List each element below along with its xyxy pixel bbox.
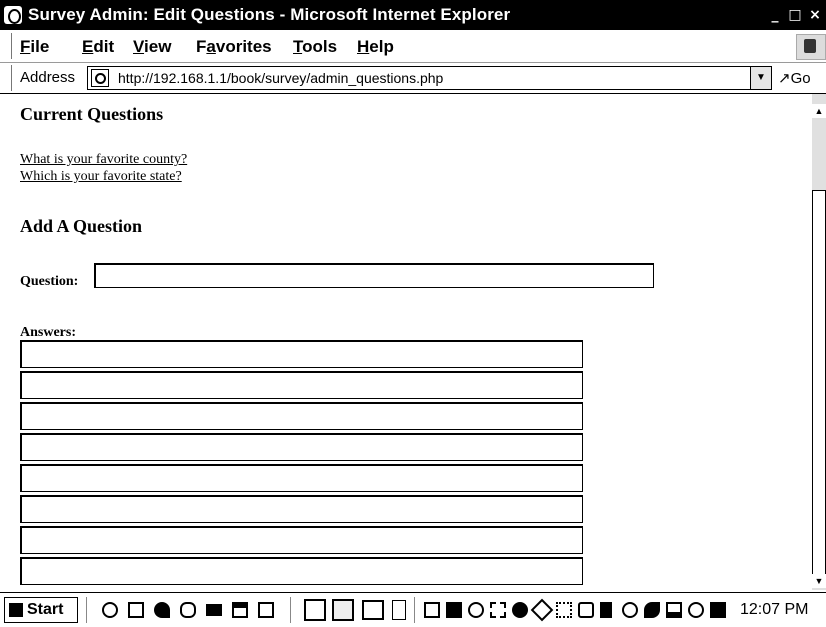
- tray-icon-8[interactable]: [578, 602, 594, 618]
- menu-favorites[interactable]: Favorites: [196, 37, 272, 57]
- task-button-app[interactable]: [304, 599, 326, 621]
- taskbar-separator: [414, 597, 418, 623]
- page-content: Current Questions What is your favorite …: [0, 94, 812, 590]
- answer-input[interactable]: [20, 371, 583, 399]
- tray-icon-13[interactable]: [688, 602, 704, 618]
- task-button-browser[interactable]: [332, 599, 354, 621]
- vertical-scrollbar[interactable]: ▲ ▼: [812, 94, 826, 590]
- question-link[interactable]: What is your favorite county?: [20, 152, 187, 168]
- add-question-heading: Add A Question: [20, 216, 143, 236]
- tray-icon-1[interactable]: [424, 602, 440, 618]
- question-link[interactable]: Which is your favorite state?: [20, 169, 182, 185]
- address-grip: [8, 65, 12, 91]
- notepad-quicklaunch-icon[interactable]: [258, 602, 274, 618]
- media-quicklaunch-icon[interactable]: [180, 602, 196, 618]
- current-questions-heading: Current Questions: [20, 104, 164, 124]
- tray-icon-3[interactable]: [468, 602, 484, 618]
- menu-help[interactable]: Help: [357, 37, 394, 57]
- ie-icon: [4, 6, 22, 24]
- menu-view[interactable]: View: [133, 37, 171, 57]
- answer-input[interactable]: [20, 495, 583, 523]
- title-bar: Survey Admin: Edit Questions - Microsoft…: [0, 0, 826, 30]
- tray-icon-6[interactable]: [530, 598, 554, 622]
- go-button[interactable]: ↗Go: [778, 69, 811, 87]
- close-button[interactable]: ×: [806, 6, 824, 24]
- answer-input[interactable]: [20, 526, 583, 554]
- scroll-down-arrow-icon[interactable]: ▼: [812, 574, 826, 588]
- menu-file[interactable]: File: [20, 37, 49, 57]
- tray-icon-4[interactable]: [490, 602, 506, 618]
- taskbar-clock[interactable]: 12:07 PM: [740, 601, 808, 619]
- scroll-thumb[interactable]: [812, 190, 826, 576]
- address-input[interactable]: http://192.168.1.1/book/survey/admin_que…: [87, 66, 772, 90]
- volume-icon[interactable]: [392, 600, 406, 620]
- tray-icon-14[interactable]: [710, 602, 726, 618]
- answer-input[interactable]: [20, 464, 583, 492]
- address-label: Address: [20, 69, 76, 86]
- question-label: Question:: [20, 274, 79, 289]
- menu-grip: [8, 33, 12, 59]
- chat-quicklaunch-icon[interactable]: [154, 602, 170, 618]
- taskbar-separator: [86, 597, 90, 623]
- answer-input[interactable]: [20, 557, 583, 585]
- tray-icon-12[interactable]: [666, 602, 682, 618]
- windows-logo-throbber: [796, 34, 826, 60]
- tray-icon-11[interactable]: [644, 602, 660, 618]
- tray-icon-10[interactable]: [622, 602, 638, 618]
- page-icon: [91, 69, 109, 87]
- go-arrow-icon: ↗: [778, 70, 791, 87]
- menu-edit[interactable]: Edit: [82, 37, 114, 57]
- address-dropdown-arrow-icon[interactable]: ▼: [750, 67, 771, 89]
- task-button-window[interactable]: [362, 600, 384, 620]
- tray-icon-2[interactable]: [446, 602, 462, 618]
- question-input[interactable]: [94, 263, 654, 288]
- address-url: http://192.168.1.1/book/survey/admin_que…: [118, 70, 444, 86]
- menu-tools[interactable]: Tools: [293, 37, 337, 57]
- outlook-quicklaunch-icon[interactable]: [128, 602, 144, 618]
- address-bar: Address http://192.168.1.1/book/survey/a…: [0, 63, 826, 94]
- explorer-quicklaunch-icon[interactable]: [232, 602, 248, 618]
- desktop-quicklaunch-icon[interactable]: [206, 604, 222, 616]
- answers-label: Answers:: [20, 325, 76, 340]
- answer-input[interactable]: [20, 402, 583, 430]
- maximize-button[interactable]: □: [786, 6, 804, 24]
- ie-quicklaunch-icon[interactable]: [102, 602, 118, 618]
- tray-icon-5[interactable]: [512, 602, 528, 618]
- answer-input[interactable]: [20, 433, 583, 461]
- menu-bar: File Edit View Favorites Tools Help: [0, 30, 826, 63]
- windows-flag-icon: [9, 603, 23, 617]
- tray-icon-9[interactable]: [600, 602, 612, 618]
- start-button[interactable]: Start: [4, 597, 78, 623]
- window-title: Survey Admin: Edit Questions - Microsoft…: [28, 5, 511, 24]
- taskbar: Start 12:07 PM: [0, 592, 826, 627]
- scroll-up-arrow-icon[interactable]: ▲: [812, 104, 826, 118]
- tray-icon-7[interactable]: [556, 602, 572, 618]
- minimize-button[interactable]: _: [766, 6, 784, 24]
- taskbar-separator: [290, 597, 294, 623]
- answer-input[interactable]: [20, 340, 583, 368]
